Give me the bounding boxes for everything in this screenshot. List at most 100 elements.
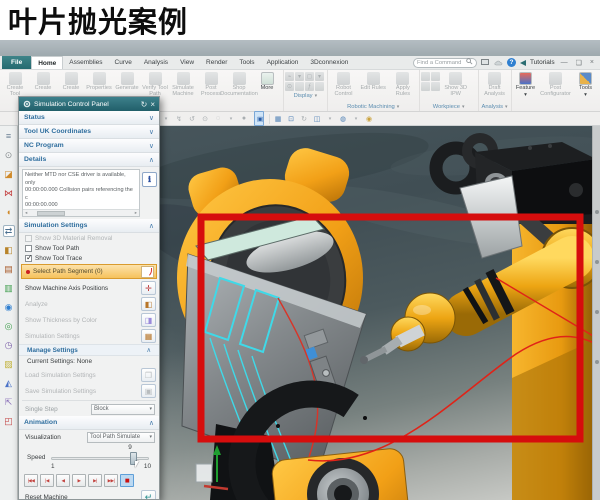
properties-button[interactable]: Properties [85,71,113,92]
panel-refresh-icon[interactable]: ↻ [141,100,148,109]
thickness-color-icon[interactable]: ◨ [141,313,156,327]
cloud-icon[interactable] [494,59,503,67]
workpiece-icon-4[interactable] [431,82,440,91]
process-studio-icon[interactable]: ▥ [3,282,15,294]
tab-home[interactable]: Home [31,56,63,69]
tab-application[interactable]: Application [261,56,305,69]
save-simulation-settings-row[interactable]: Save Simulation Settings ▣ [19,383,159,399]
section-nc-program[interactable]: NC Program∨ [19,139,159,153]
information-icon[interactable]: ℹ [142,172,157,187]
tab-file[interactable]: File [2,56,31,69]
sphere-color-icon[interactable]: ◍ [338,114,348,124]
check-mate-icon[interactable]: ◎ [3,320,15,332]
simulation-settings-row[interactable]: Simulation Settings ▦ [19,328,159,344]
manage-settings-header[interactable]: Manage Settings∧ [19,344,159,356]
layout-dropdown[interactable]: ▾ [325,114,335,124]
load-simulation-settings-row[interactable]: Load Simulation Settings ❐ [19,367,159,383]
robot-control-button[interactable]: Robot Control [329,71,359,98]
refresh-view-icon[interactable]: ↻ [299,114,309,124]
sphere-gray-icon[interactable]: ● [239,114,249,124]
show-machine-axis-positions-row[interactable]: Show Machine Axis Positions ✛ [19,280,159,296]
share-screen-icon[interactable] [481,59,490,67]
reset-machine-row[interactable]: Reset Machine ↵ [19,489,159,500]
step-back-button[interactable]: |◀ [40,474,54,487]
constraint-navigator-icon[interactable]: ⊙ [3,149,15,161]
display-icon-7[interactable]: ƒ [305,82,314,91]
panel-header[interactable]: Simulation Control Panel ↻ × [19,97,159,111]
play-forward-button[interactable]: ▶ [72,474,86,487]
display-icon-1[interactable]: ⌁ [285,72,294,81]
post-configurator-button[interactable]: Post Configurator [541,71,571,98]
checkbox-icon[interactable] [25,255,32,262]
checkbox-icon[interactable] [25,235,32,242]
feature-button[interactable]: Feature▾ [513,71,539,99]
monitor-icon[interactable]: ⊡ [286,114,296,124]
verify-toolpath-button[interactable]: Verify Tool Path [141,71,169,98]
lasso-icon[interactable]: ◌ [213,114,223,124]
display-icon-3[interactable]: ◻ [305,72,314,81]
create-tool-button[interactable]: Create Tool [1,71,29,98]
analyze-icon[interactable]: ◧ [141,297,156,311]
web-browser-icon[interactable]: ◧ [3,244,15,256]
section-animation[interactable]: Animation∧ [19,416,159,430]
tab-render[interactable]: Render [200,56,233,69]
checkbox-show-tool-path[interactable]: Show Tool Path [19,243,159,253]
reuse-library-icon[interactable]: ⋈ [3,187,15,199]
display-icon-6[interactable] [295,82,304,91]
checkbox-show-3d-material-removal[interactable]: Show 3D Material Removal [19,233,159,243]
palette-icon[interactable]: ▨ [3,358,15,370]
viewport-scrollbar[interactable] [592,126,600,500]
hd3d-tools-icon[interactable]: ◖ [3,206,15,218]
reset-machine-icon[interactable]: ↵ [141,490,156,500]
draft-analysis-button[interactable]: Draft Analysis [480,71,510,98]
help-icon[interactable]: ? [507,58,516,67]
display-icon-2[interactable]: ▾ [295,72,304,81]
panel-close-icon[interactable]: × [150,100,155,109]
more-button[interactable]: More [253,71,281,92]
tab-view[interactable]: View [174,56,200,69]
step-forward-button[interactable]: ▶| [88,474,102,487]
globe-icon[interactable]: ◉ [364,114,374,124]
display-icon-8[interactable] [315,82,324,91]
section-simulation-settings[interactable]: Simulation Settings∧ [19,219,159,233]
tools-button[interactable]: Tools▾ [573,71,599,99]
tab-3dconnexion[interactable]: 3Dconnexion [304,56,354,69]
close-button[interactable]: × [588,59,596,66]
tab-curve[interactable]: Curve [109,56,138,69]
details-log[interactable]: Neither MTD nor CSE driver is available,… [22,169,140,217]
edit-rules-button[interactable]: Edit Rules [358,71,388,92]
stop-button[interactable]: ■ [120,474,134,487]
sphere-dropdown[interactable]: ▾ [351,114,361,124]
touch-mode-icon[interactable]: ◰ [3,415,15,427]
workpiece-icon-1[interactable] [421,72,430,81]
system-scenes-icon[interactable]: ⇱ [3,396,15,408]
simulate-machine-button[interactable]: Simulate Machine [169,71,197,98]
window-grid-icon[interactable]: ▦ [273,114,283,124]
details-horizontal-scrollbar[interactable]: ◂▸ [23,209,139,216]
single-step-select[interactable]: Block▾ [91,404,155,415]
tab-tools[interactable]: Tools [233,56,260,69]
simulation-settings-icon[interactable]: ▦ [141,329,156,343]
create-geometry-button[interactable]: Create [29,71,57,92]
display-icon-4[interactable]: ▾ [315,72,324,81]
checkbox-icon[interactable] [25,245,32,252]
visualization-select[interactable]: Tool Path Simulate▾ [87,432,155,443]
section-tool-uk-coordinates[interactable]: Tool UK Coordinates∨ [19,125,159,139]
machine-navigator-icon[interactable]: ⇄ [3,225,15,237]
assembly-navigator-icon[interactable]: ≡ [3,130,15,142]
generate-toolpath-button[interactable]: Generate [113,71,141,92]
manage-this-part-icon[interactable]: ◉ [3,301,15,313]
tutorials-link[interactable]: Tutorials [530,59,555,66]
show-thickness-by-color-row[interactable]: Show Thickness by Color ◨ [19,312,159,328]
move-icon[interactable]: ↯ [174,114,184,124]
rotate-icon[interactable]: ↺ [187,114,197,124]
minimize-button[interactable]: — [559,59,570,66]
play-backward-button[interactable]: ◀ [56,474,70,487]
section-status[interactable]: Status∨ [19,111,159,125]
apply-rules-button[interactable]: Apply Rules [388,71,418,98]
tab-assemblies[interactable]: Assemblies [63,56,108,69]
workpiece-icon-3[interactable] [421,82,430,91]
machine-axis-icon[interactable]: ✛ [141,281,156,295]
workpiece-icon-2[interactable] [431,72,440,81]
tab-analysis[interactable]: Analysis [138,56,174,69]
